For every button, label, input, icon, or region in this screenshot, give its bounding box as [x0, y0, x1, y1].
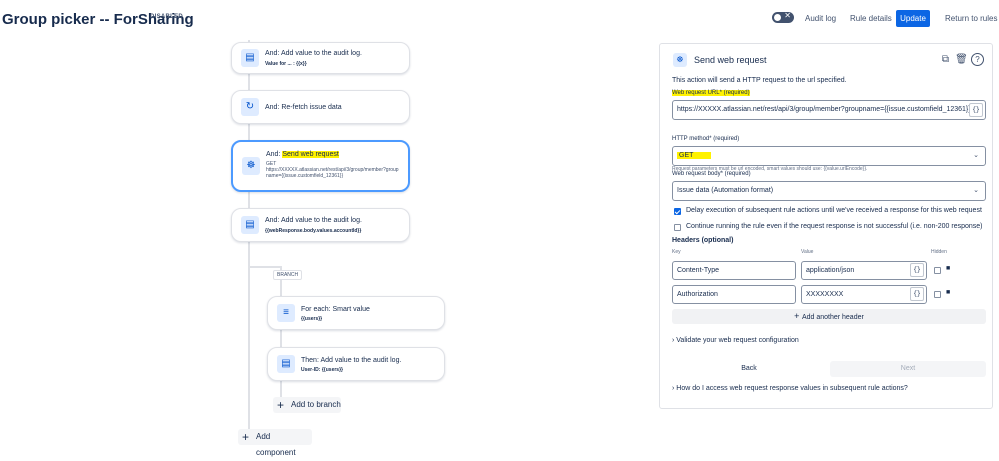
branch-elbow	[248, 266, 282, 268]
panel-description: This action will send a HTTP request to …	[672, 77, 847, 84]
card-url: https://XXXXX.atlassian.net/rest/api/3/g…	[266, 167, 399, 179]
trash-icon[interactable]: ■	[946, 265, 950, 272]
document-icon: ▤	[277, 355, 295, 373]
branch-connector	[280, 266, 282, 406]
method-value: GET	[677, 152, 712, 159]
smart-value-icon[interactable]: {}	[910, 263, 924, 277]
header-value-field[interactable]: XXXXXXXX {}	[801, 285, 927, 304]
chevron-down-icon: ⌄	[973, 187, 979, 194]
plus-icon: +	[242, 430, 250, 444]
add-header-label: Add another header	[801, 314, 864, 321]
card-title: For each: Smart value	[301, 306, 370, 313]
validate-disclosure[interactable]: › Validate your web request configuratio…	[672, 337, 799, 344]
card-title-highlight: Send web request	[282, 151, 339, 158]
document-icon: ▤	[241, 216, 259, 234]
col-value: Value	[801, 249, 814, 255]
hidden-checkbox[interactable]	[934, 267, 941, 274]
header-value-field[interactable]: application/json {}	[801, 261, 927, 280]
url-label-text: Web request URL* (required)	[672, 90, 750, 96]
add-component-button[interactable]: + Add component	[238, 429, 312, 457]
smart-value-icon[interactable]: {}	[969, 103, 983, 117]
body-value: Issue data (Automation format)	[677, 187, 774, 194]
header-bar: Group picker -- ForSharing DISABLED ✕ Au…	[0, 0, 999, 40]
component-card-for-each[interactable]: ≡ For each: Smart value {{users}}	[267, 296, 445, 330]
delay-label: Delay execution of subsequent rule actio…	[686, 207, 982, 214]
col-hidden: Hidden	[931, 249, 947, 255]
body-label: Web request body* (required)	[672, 171, 751, 177]
chevron-down-icon: ⌄	[973, 152, 979, 159]
card-subtitle: {{users}}	[301, 316, 323, 322]
card-title: And: Send web request	[266, 151, 339, 158]
header-value-text: application/json	[806, 267, 855, 274]
col-key: Key	[672, 249, 681, 255]
card-subtitle: Value for ... : {{x}}	[265, 61, 307, 67]
card-title: And: Add value to the audit log.	[265, 50, 362, 57]
config-panel: ☸ Send web request ⧉ 🗑 ? This action wil…	[659, 43, 993, 409]
validate-label: Validate your web request configuration	[676, 337, 799, 344]
smart-value-icon[interactable]: {}	[910, 287, 924, 301]
document-icon: ▤	[241, 49, 259, 67]
hidden-checkbox[interactable]	[934, 291, 941, 298]
card-subtitle: User-ID: {{users}}	[301, 367, 343, 373]
method-label: HTTP method* (required)	[672, 136, 740, 142]
method-select[interactable]: GET ⌄	[672, 146, 986, 166]
component-card-audit-log-2[interactable]: ▤ And: Add value to the audit log. {{web…	[231, 208, 410, 242]
webhook-icon: ☸	[673, 53, 687, 67]
audit-log-button[interactable]: Audit log	[805, 10, 836, 27]
next-button[interactable]: Next	[830, 361, 986, 377]
return-to-rules-button[interactable]: Return to rules	[945, 10, 997, 27]
url-field[interactable]: https://XXXXX.atlassian.net/rest/api/3/g…	[672, 100, 986, 120]
header-key-field[interactable]: Authorization	[672, 285, 796, 304]
branch-label: BRANCH	[273, 270, 303, 280]
card-title: Then: Add value to the audit log.	[301, 357, 402, 364]
component-card-send-web-request[interactable]: ☸ And: Send web request GET https://XXXX…	[231, 140, 410, 192]
plus-icon: +	[794, 311, 802, 321]
body-select[interactable]: Issue data (Automation format) ⌄	[672, 181, 986, 201]
webhook-icon: ☸	[242, 157, 260, 175]
refresh-icon: ↻	[241, 98, 259, 116]
add-component-label: Add component	[256, 432, 296, 457]
faq-label: How do I access web request response val…	[676, 385, 908, 392]
component-card-audit-log[interactable]: ▤ And: Add value to the audit log. Value…	[231, 42, 410, 74]
component-card-refetch[interactable]: ↻ And: Re-fetch issue data	[231, 90, 410, 124]
trash-icon[interactable]: 🗑	[955, 53, 968, 66]
back-button[interactable]: Back	[672, 361, 826, 377]
rule-enable-toggle[interactable]: ✕	[772, 11, 794, 23]
header-value-text: XXXXXXXX	[806, 291, 844, 298]
add-header-button[interactable]: + Add another header	[672, 309, 986, 324]
faq-disclosure[interactable]: › How do I access web request response v…	[672, 385, 908, 392]
close-icon: ✕	[784, 11, 791, 20]
plus-icon: +	[277, 398, 285, 412]
card-title: And: Add value to the audit log.	[265, 217, 362, 224]
card-title-prefix: And:	[266, 151, 283, 158]
continue-checkbox[interactable]	[674, 224, 681, 231]
url-value: https://XXXXX.atlassian.net/rest/api/3/g…	[677, 106, 971, 113]
add-to-branch-button[interactable]: + Add to branch	[273, 397, 341, 413]
panel-title: Send web request	[694, 55, 767, 65]
card-title: And: Re-fetch issue data	[265, 104, 342, 111]
delay-checkbox[interactable]	[674, 208, 681, 215]
continue-label: Continue running the rule even if the re…	[686, 223, 983, 230]
header-key-field[interactable]: Content-Type	[672, 261, 796, 280]
status-badge: DISABLED	[150, 14, 184, 20]
component-card-audit-log-3[interactable]: ▤ Then: Add value to the audit log. User…	[267, 347, 445, 381]
trash-icon[interactable]: ■	[946, 289, 950, 296]
list-icon: ≡	[277, 304, 295, 322]
headers-title: Headers (optional)	[672, 237, 734, 244]
url-label: Web request URL* (required)	[672, 90, 750, 96]
add-to-branch-label: Add to branch	[291, 400, 341, 409]
rule-details-button[interactable]: Rule details	[850, 10, 892, 27]
update-button[interactable]: Update	[896, 10, 930, 27]
card-subtitle: {{webResponse.body.values.accountId}}	[265, 228, 362, 234]
help-icon[interactable]: ?	[971, 53, 984, 66]
duplicate-icon[interactable]: ⧉	[939, 53, 952, 66]
